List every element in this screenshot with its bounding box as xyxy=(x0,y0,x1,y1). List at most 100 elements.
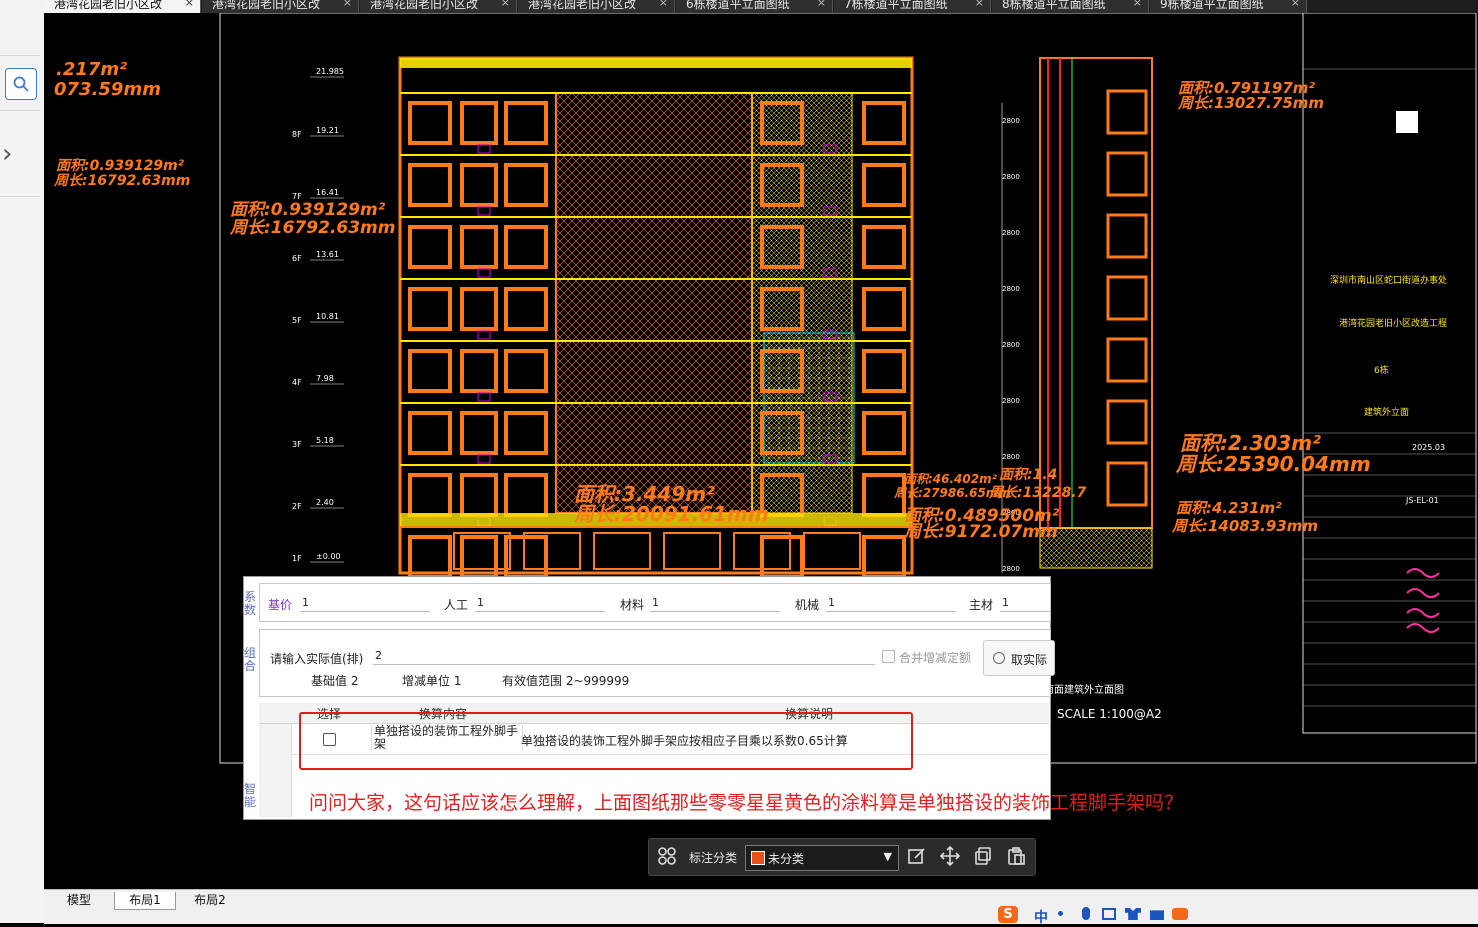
actual-value-input[interactable]: 2 xyxy=(373,648,875,665)
close-icon[interactable]: × xyxy=(185,0,194,8)
window xyxy=(408,163,452,207)
window xyxy=(862,349,906,393)
window xyxy=(504,535,548,579)
window xyxy=(1106,399,1148,445)
close-icon[interactable]: × xyxy=(1133,0,1142,8)
move-icon[interactable] xyxy=(939,845,961,868)
dimension-label: 2800 xyxy=(1002,397,1020,405)
merge-checkbox[interactable] xyxy=(882,650,895,663)
close-icon[interactable]: × xyxy=(817,0,826,8)
actual-radio-box[interactable]: 取实际 xyxy=(983,640,1055,676)
base-price-input[interactable]: 1 xyxy=(300,595,430,612)
dimension-label: 2800 xyxy=(1002,565,1020,573)
document-tab[interactable]: 港湾花园老旧小区改 × xyxy=(360,0,517,13)
punct-icon xyxy=(1058,911,1063,916)
skin-icon xyxy=(1125,908,1141,920)
window xyxy=(1106,89,1148,135)
search-icon[interactable] xyxy=(5,68,37,100)
window xyxy=(408,473,452,517)
window xyxy=(1106,213,1148,259)
copy-icon[interactable] xyxy=(972,846,994,868)
material-label: 材料 xyxy=(620,598,645,612)
document-tab[interactable]: 8栋楼道平立面图纸 × xyxy=(992,0,1149,13)
grid-icon[interactable] xyxy=(656,846,678,868)
window xyxy=(1106,275,1148,321)
main-material-input[interactable]: 1 xyxy=(1000,595,1050,612)
smart-side-label: 智 能 xyxy=(244,782,257,809)
combo-side-label: 组 合 xyxy=(244,646,257,673)
window xyxy=(862,535,906,579)
document-tab[interactable]: 港湾花园老旧小区改 × xyxy=(44,0,201,13)
dimension-label: 2800 xyxy=(1002,341,1020,349)
floor-label: 4F xyxy=(292,378,302,387)
tab-label: 港湾花园老旧小区改 xyxy=(370,0,479,11)
title-block-border xyxy=(1302,13,1477,734)
tab-layout2[interactable]: 布局2 xyxy=(180,892,240,909)
window xyxy=(460,411,498,455)
mascot-icon xyxy=(1172,908,1188,920)
close-icon[interactable]: × xyxy=(501,0,510,8)
document-tab[interactable]: 港湾花园老旧小区改 × xyxy=(518,0,675,13)
window xyxy=(460,101,498,145)
tab-label: 港湾花园老旧小区改 xyxy=(54,0,163,11)
floor-label: 8F xyxy=(292,130,302,139)
close-icon[interactable]: × xyxy=(975,0,984,8)
elevation-label: 10.81 xyxy=(316,312,339,321)
annotation-toolbar: 标注分类 未分类 ▼ xyxy=(648,838,1036,876)
ac-unit xyxy=(477,330,491,340)
window xyxy=(1106,461,1148,507)
area-annotation: 周长:13027.75mm xyxy=(1177,94,1324,112)
category-select[interactable]: 未分类 ▼ xyxy=(745,845,899,871)
area-annotation: 周长:16792.63mm xyxy=(229,218,395,238)
close-icon[interactable]: × xyxy=(1291,0,1300,8)
side-building-outline xyxy=(1039,57,1153,529)
paste-icon[interactable] xyxy=(1005,846,1027,868)
edit-icon[interactable] xyxy=(906,846,928,868)
window xyxy=(460,287,498,331)
category-color-swatch xyxy=(751,851,765,865)
window xyxy=(460,473,498,517)
ime-toolbar[interactable]: S 中 xyxy=(994,905,1204,926)
merge-label: 合并增减定额 xyxy=(899,651,972,665)
machine-input[interactable]: 1 xyxy=(826,595,956,612)
area-annotation: 面积:0.939129m² xyxy=(56,158,185,174)
microphone-icon xyxy=(1082,907,1090,920)
window xyxy=(408,287,452,331)
title-drawing-name: 建筑外立面 xyxy=(1364,406,1409,418)
area-annotation: 周长:20091.61mm xyxy=(573,502,769,526)
floor-label: 5F xyxy=(292,316,302,325)
area-annotation: 周长:16792.63mm xyxy=(53,173,190,189)
elevation-label: 21.985 xyxy=(316,67,344,76)
row-gutter xyxy=(259,724,292,817)
document-tab[interactable]: 9栋楼道平立面图纸 × xyxy=(1150,0,1307,13)
window xyxy=(504,349,548,393)
window xyxy=(862,225,906,269)
labor-input[interactable]: 1 xyxy=(475,595,605,612)
left-side-panel: › xyxy=(0,0,45,923)
material-input[interactable]: 1 xyxy=(650,595,780,612)
window xyxy=(1106,151,1148,197)
category-label: 标注分类 xyxy=(689,851,738,865)
ac-unit xyxy=(477,268,491,278)
dimension-label: 2800 xyxy=(1002,173,1020,181)
document-tab[interactable]: 港湾花园老旧小区改 × xyxy=(202,0,359,13)
floor-label: 3F xyxy=(292,440,302,449)
area-annotation: .217m² xyxy=(56,59,127,80)
chevron-right-icon[interactable]: › xyxy=(2,140,26,168)
valid-range-text: 有效值范围 2~999999 xyxy=(502,674,630,688)
close-icon[interactable]: × xyxy=(343,0,352,8)
tab-layout1[interactable]: 布局1 xyxy=(114,892,176,910)
document-tab[interactable]: 6栋楼道平立面图纸 × xyxy=(676,0,833,13)
ac-unit xyxy=(477,454,491,464)
window xyxy=(504,411,548,455)
keyboard-icon xyxy=(1102,908,1116,920)
area-annotation: 面积:46.402m² xyxy=(904,472,998,486)
floor-label: 1F xyxy=(292,554,302,563)
shopfront xyxy=(803,532,861,570)
ac-unit xyxy=(477,144,491,154)
close-icon[interactable]: × xyxy=(659,0,668,8)
document-tab[interactable]: 7栋楼道平立面图纸 × xyxy=(834,0,991,13)
radio-button[interactable] xyxy=(993,652,1005,664)
base-value-text: 基础值 2 xyxy=(311,674,359,688)
tab-model[interactable]: 模型 xyxy=(52,892,106,909)
